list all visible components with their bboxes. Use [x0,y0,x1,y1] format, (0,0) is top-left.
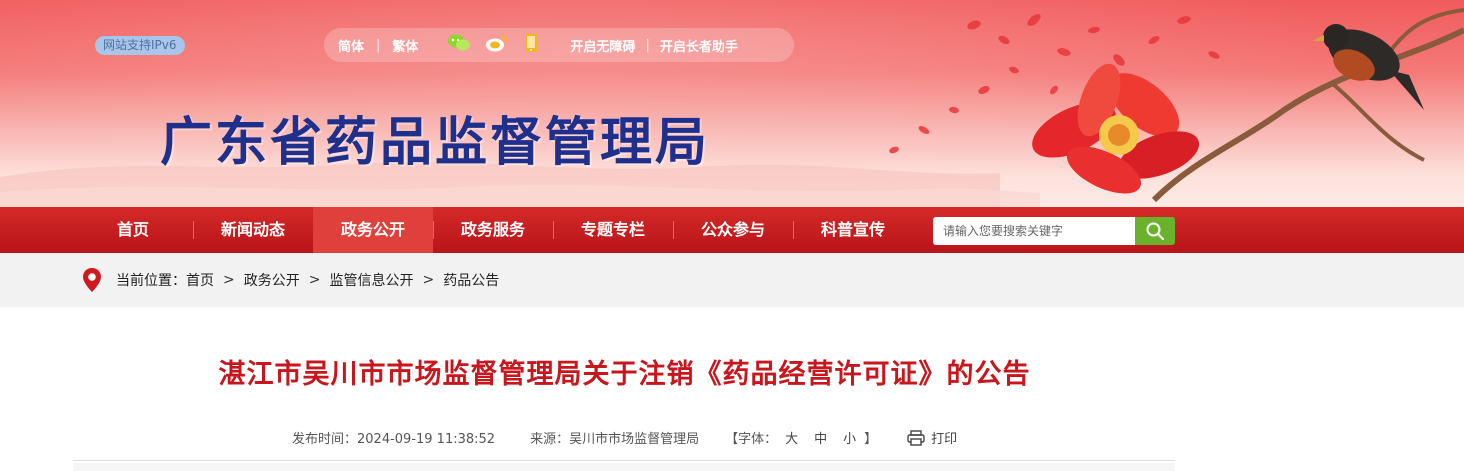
breadcrumb-prefix: 当前位置： [116,273,186,289]
font-size-label: 【字体： [725,432,778,447]
nav-item-topics[interactable]: 专题专栏 [553,207,673,253]
content-divider [73,460,1175,461]
font-size-large[interactable]: 大 [785,428,798,447]
main-nav: 首页 新闻动态 政务公开 政务服务 专题专栏 公众参与 科普宣传 [0,207,1464,253]
breadcrumb-separator: > [223,272,235,288]
print-label: 打印 [931,432,958,447]
ipv6-badge: 网站支持IPv6 [95,36,185,55]
header-banner: 网站支持IPv6 简体 | 繁体 开启无障碍 | 开启长者助手 广东省药品监督管… [0,0,1464,207]
breadcrumb-bar: 当前位置： 首页 > 政务公开 > 监管信息公开 > 药品公告 [0,253,1464,307]
nav-items: 首页 新闻动态 政务公开 政务服务 专题专栏 公众参与 科普宣传 [73,207,913,253]
location-pin-icon [82,268,102,292]
article-title: 湛江市吴川市市场监督管理局关于注销《药品经营许可证》的公告 [218,359,1031,390]
weibo-icon[interactable] [485,33,509,57]
print-button[interactable]: 打印 [907,428,957,447]
lang-simplified-link[interactable]: 简体 [338,36,364,55]
breadcrumb-drug-notices[interactable]: 药品公告 [443,270,499,290]
content-area-top [73,463,1175,471]
nav-item-gov-affairs[interactable]: 政务公开 [313,207,433,253]
wechat-icon[interactable] [447,33,471,57]
flower-decoration [889,8,1464,203]
search-input[interactable] [933,217,1135,245]
printer-icon [907,429,925,446]
lang-traditional-link[interactable]: 繁体 [392,36,418,55]
elder-assist-link[interactable]: 开启长者助手 [660,36,738,55]
font-size-label-close: 】 [864,432,878,447]
breadcrumb-separator: > [422,272,435,288]
top-utility-bar: 简体 | 繁体 开启无障碍 | 开启长者助手 [324,28,794,62]
search-box [933,217,1175,245]
search-button[interactable] [1135,217,1175,245]
accessibility-link[interactable]: 开启无障碍 [570,36,635,55]
breadcrumb-regulatory-info[interactable]: 监管信息公开 [329,270,413,290]
font-size-medium[interactable]: 中 [814,428,827,447]
separator: | [376,37,381,53]
breadcrumb-separator: > [308,272,321,288]
nav-item-gov-services[interactable]: 政务服务 [433,207,553,253]
font-size-small[interactable]: 小 [843,428,856,447]
nav-item-home[interactable]: 首页 [73,207,193,253]
nav-item-public-participation[interactable]: 公众参与 [673,207,793,253]
site-title: 广东省药品监督管理局 [160,112,711,173]
breadcrumb-gov-affairs[interactable]: 政务公开 [244,270,300,290]
nav-item-science[interactable]: 科普宣传 [793,207,913,253]
mobile-icon[interactable] [523,33,539,57]
breadcrumb-home[interactable]: 首页 [186,270,214,290]
publish-time: 发布时间：2024-09-19 11:38:52 [292,432,496,447]
search-icon [1146,222,1165,241]
article-source: 来源：吴川市市场监督管理局 [530,432,700,447]
article-meta: 发布时间：2024-09-19 11:38:52 来源：吴川市市场监督管理局 【… [292,428,957,447]
breadcrumb: 当前位置： 首页 > 政务公开 > 监管信息公开 > 药品公告 [82,253,499,307]
nav-item-news[interactable]: 新闻动态 [193,207,313,253]
separator: | [645,37,650,53]
